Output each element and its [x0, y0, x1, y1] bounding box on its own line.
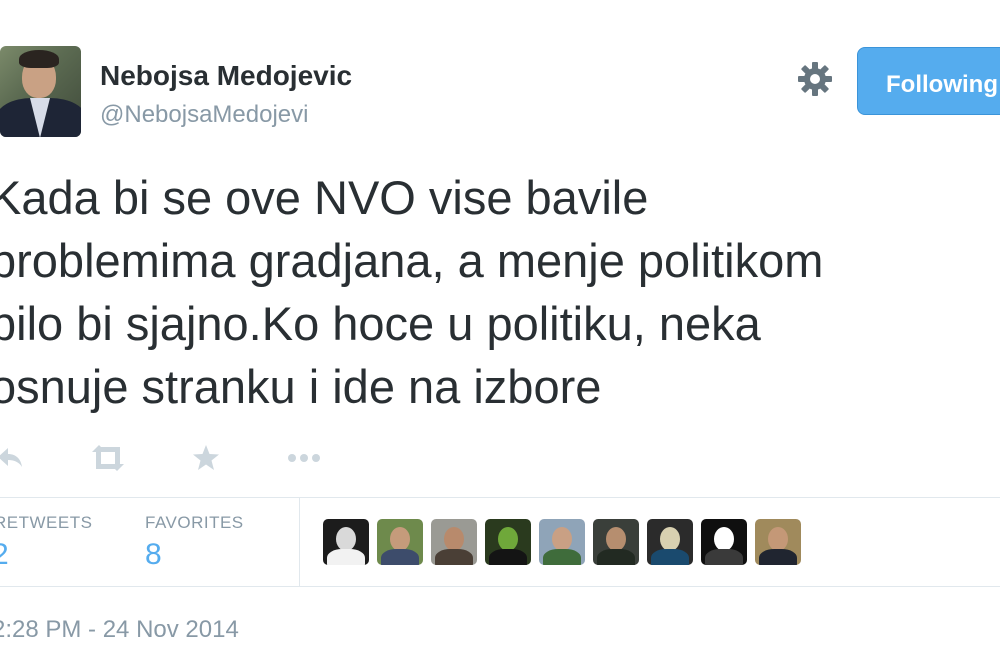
favoriter-avatar-2[interactable]	[377, 519, 423, 565]
favoriter-avatar-1[interactable]	[323, 519, 369, 565]
favoriter-avatar-6[interactable]	[593, 519, 639, 565]
favoriter-avatar-3[interactable]	[431, 519, 477, 565]
author-name[interactable]: Nebojsa Medojevic	[100, 60, 352, 92]
author-avatar[interactable]	[0, 46, 81, 137]
favoriter-avatar-8[interactable]	[701, 519, 747, 565]
favorites-label[interactable]: FAVORITES	[145, 513, 244, 533]
avatar-hair	[19, 50, 59, 68]
stats-top-divider	[0, 497, 1000, 498]
favorites-count[interactable]: 8	[145, 538, 162, 572]
following-button[interactable]: Following	[857, 47, 1000, 115]
tweet-line: Kada bi se ove NVO vise bavile	[0, 171, 649, 224]
tweet-line: bilo bi sjajno.Ko hoce u politiku, neka	[0, 297, 761, 350]
gear-icon[interactable]	[796, 60, 834, 98]
tweet-text: Kada bi se ove NVO vise bavile problemim…	[0, 166, 990, 418]
more-dots-icon[interactable]	[284, 440, 324, 476]
stats-divider	[299, 498, 300, 586]
retweets-count[interactable]: 2	[0, 538, 9, 572]
favoriter-avatar-4[interactable]	[485, 519, 531, 565]
retweets-label[interactable]: RETWEETS	[0, 513, 92, 533]
retweet-icon[interactable]	[88, 440, 128, 476]
tweet-line: problemima gradjana, a menje politikom	[0, 234, 824, 287]
favorite-star-icon[interactable]	[190, 440, 222, 476]
tweet-line: osnuje stranku i ide na izbore	[0, 360, 602, 413]
stats-bottom-divider	[0, 586, 1000, 587]
reply-icon[interactable]	[0, 440, 28, 476]
favoriter-avatar-7[interactable]	[647, 519, 693, 565]
author-handle[interactable]: @NebojsaMedojevi	[100, 101, 308, 129]
favoriter-avatar-9[interactable]	[755, 519, 801, 565]
favoriter-avatar-5[interactable]	[539, 519, 585, 565]
tweet-timestamp[interactable]: 2:28 PM - 24 Nov 2014	[0, 616, 239, 644]
tweet-actions	[0, 440, 400, 480]
